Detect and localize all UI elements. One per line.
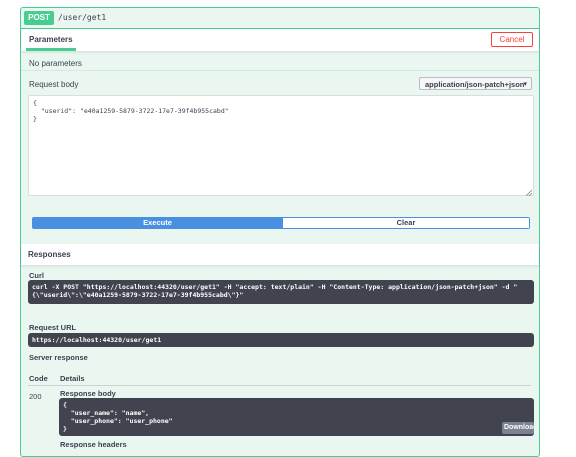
parameters-header: Parameters Cancel: [21, 29, 539, 52]
divider: [21, 70, 539, 71]
table-divider: [28, 385, 531, 386]
execute-wrapper: Execute Clear: [32, 217, 530, 229]
content-type-select[interactable]: application/json-patch+json ▾: [419, 77, 532, 90]
operation-path: /user/get1: [58, 13, 107, 22]
responses-title: Responses: [28, 250, 71, 259]
cancel-button[interactable]: Cancel: [491, 32, 533, 47]
chevron-down-icon: ▾: [523, 81, 527, 88]
responses-header: Responses: [21, 244, 539, 266]
clear-button[interactable]: Clear: [282, 218, 529, 228]
server-response-label: Server response: [29, 353, 88, 362]
curl-code[interactable]: curl -X POST "https://localhost:44320/us…: [28, 280, 534, 304]
resize-handle-icon[interactable]: [525, 189, 533, 198]
operation-block: POST /user/get1 Parameters Cancel No par…: [20, 7, 540, 457]
curl-label: Curl: [29, 271, 44, 280]
no-parameters-text: No parameters: [29, 59, 82, 68]
download-button[interactable]: Download: [502, 422, 534, 434]
response-body-label: Response body: [60, 389, 116, 398]
request-url-label: Request URL: [29, 323, 77, 332]
tab-parameters[interactable]: Parameters: [28, 33, 74, 47]
request-body-label: Request body: [29, 80, 79, 89]
request-url-code[interactable]: https://localhost:44320/user/get1: [28, 333, 534, 347]
response-code: 200: [29, 392, 42, 401]
code-column-header: Code: [29, 374, 48, 383]
response-headers-label: Response headers: [60, 440, 127, 449]
tab-active-indicator: [26, 48, 76, 51]
execute-button[interactable]: Execute: [33, 218, 282, 228]
content-type-value: application/json-patch+json: [425, 80, 525, 89]
operation-summary[interactable]: POST /user/get1: [21, 8, 539, 29]
response-body-code[interactable]: { "user_name": "name", "user_phone": "us…: [59, 398, 534, 436]
method-badge: POST: [24, 11, 54, 25]
request-body-editor[interactable]: { "userid": "e40a1259-5879-3722-17e7-39f…: [28, 95, 534, 196]
details-column-header: Details: [60, 374, 85, 383]
